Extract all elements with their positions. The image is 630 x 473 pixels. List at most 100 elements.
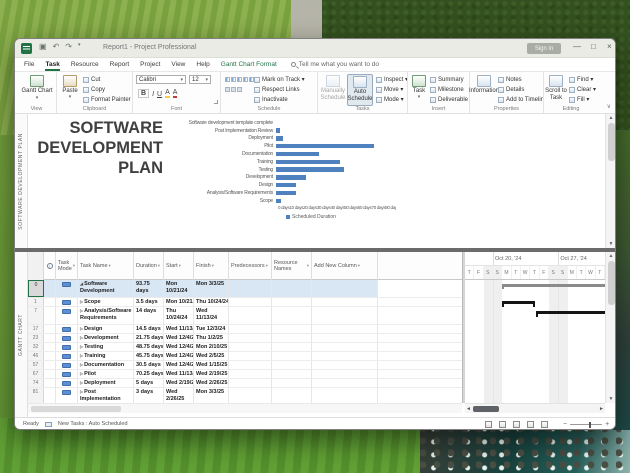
duration-cell[interactable]: 21.75 days bbox=[134, 334, 164, 342]
predecessors-cell[interactable] bbox=[229, 334, 272, 342]
gantt-scrollbar-thumb[interactable] bbox=[608, 261, 615, 305]
row-id-cell[interactable]: 1 bbox=[28, 298, 44, 306]
table-row-analysis-software-requirements[interactable]: 7▷Analysis/Software Requirements14 daysT… bbox=[28, 307, 462, 325]
add-new-column-cell[interactable] bbox=[312, 325, 378, 333]
gantt-chart-button[interactable]: Gantt Chart ▾ bbox=[21, 74, 53, 106]
duration-cell[interactable]: 3 days bbox=[134, 388, 164, 403]
predecessors-cell[interactable] bbox=[229, 343, 272, 351]
expand-triangle-icon[interactable]: ▷ bbox=[80, 389, 83, 394]
insert-task-button[interactable]: Task ▾ bbox=[410, 74, 428, 106]
duration-cell[interactable]: 14 days bbox=[134, 307, 164, 324]
tab-gantt-chart-format[interactable]: Gantt Chart Format bbox=[221, 58, 277, 71]
gantt-chart-view-icon[interactable] bbox=[485, 421, 492, 428]
resource-names-cell[interactable] bbox=[272, 307, 312, 324]
team-planner-view-icon[interactable] bbox=[513, 421, 520, 428]
duration-cell[interactable]: 93.75 days bbox=[134, 280, 164, 297]
add-new-column-cell[interactable] bbox=[312, 370, 378, 378]
font-size-select[interactable]: 12▾ bbox=[189, 75, 211, 84]
scroll-up-icon[interactable]: ▲ bbox=[606, 115, 616, 121]
gantt-bar-scope[interactable] bbox=[502, 301, 535, 304]
info-cell[interactable] bbox=[44, 388, 56, 403]
table-row-design[interactable]: 17▷Design14.5 daysWed 11/13/24Tue 12/3/2… bbox=[28, 325, 462, 334]
predecessors-cell[interactable] bbox=[229, 298, 272, 306]
info-cell[interactable] bbox=[44, 352, 56, 360]
resource-names-cell[interactable] bbox=[272, 325, 312, 333]
column-header-task-name[interactable]: Task Name▾ bbox=[78, 252, 134, 280]
button-fill[interactable]: Fill ▾ bbox=[569, 95, 597, 104]
row-id-cell[interactable]: 32 bbox=[28, 343, 44, 351]
resource-names-cell[interactable] bbox=[272, 298, 312, 306]
task-name-cell[interactable]: ▷Design bbox=[78, 325, 134, 333]
link-tasks-buttons[interactable] bbox=[225, 87, 242, 92]
add-new-column-cell[interactable] bbox=[312, 307, 378, 324]
button-copy[interactable]: Copy bbox=[83, 85, 132, 94]
predecessors-cell[interactable] bbox=[229, 352, 272, 360]
task-mode-cell[interactable] bbox=[56, 307, 78, 324]
task-mode-cell[interactable] bbox=[56, 370, 78, 378]
row-id-cell[interactable]: 17 bbox=[28, 325, 44, 333]
info-cell[interactable] bbox=[44, 334, 56, 342]
table-row-pilot[interactable]: 67▷Pilot70.25 daysWed 11/13/24Wed 2/19/2… bbox=[28, 370, 462, 379]
status-new-tasks[interactable]: New Tasks : Auto Scheduled bbox=[58, 421, 128, 427]
duration-cell[interactable]: 70.25 days bbox=[134, 370, 164, 378]
start-cell[interactable]: Wed 12/4/24 bbox=[164, 361, 194, 369]
row-id-cell[interactable]: 23 bbox=[28, 334, 44, 342]
duration-cell[interactable]: 30.5 days bbox=[134, 361, 164, 369]
scroll-to-task-button[interactable]: Scroll to Task bbox=[545, 74, 567, 106]
resource-names-cell[interactable] bbox=[272, 361, 312, 369]
highlight-color-button[interactable]: A bbox=[165, 89, 170, 98]
button-inactivate[interactable]: Inactivate bbox=[254, 95, 316, 104]
finish-cell[interactable]: Mon 2/10/25 bbox=[194, 343, 229, 351]
resource-names-cell[interactable] bbox=[272, 280, 312, 297]
finish-cell[interactable]: Wed 2/26/25 bbox=[194, 379, 229, 387]
button-add-to-timeline[interactable]: Add to Timeline bbox=[498, 95, 543, 104]
row-id-cell[interactable]: 0 bbox=[28, 280, 44, 297]
button-inspect[interactable]: Inspect ▾ bbox=[376, 75, 407, 84]
task-mode-cell[interactable] bbox=[56, 343, 78, 351]
table-row-documentation[interactable]: 57▷Documentation30.5 daysWed 12/4/24Wed … bbox=[28, 361, 462, 370]
predecessors-cell[interactable] bbox=[229, 388, 272, 403]
resource-names-cell[interactable] bbox=[272, 388, 312, 403]
column-header-resource-names[interactable]: Resource Names▾ bbox=[272, 252, 312, 280]
timeline-hscroll-thumb[interactable] bbox=[473, 406, 499, 412]
expand-triangle-icon[interactable]: ▷ bbox=[80, 362, 83, 367]
select-all-corner[interactable] bbox=[28, 252, 44, 280]
duration-cell[interactable]: 45.75 days bbox=[134, 352, 164, 360]
info-cell[interactable] bbox=[44, 343, 56, 351]
report-scrollbar-thumb[interactable] bbox=[608, 123, 615, 161]
duration-cell[interactable]: 5 days bbox=[134, 379, 164, 387]
button-cut[interactable]: Cut bbox=[83, 75, 132, 84]
table-row-deployment[interactable]: 74▷Deployment5 daysWed 2/19/25Wed 2/26/2… bbox=[28, 379, 462, 388]
report-title[interactable]: SOFTWARE DEVELOPMENT PLAN bbox=[31, 118, 163, 178]
expand-triangle-icon[interactable]: ▷ bbox=[80, 371, 83, 376]
resource-names-cell[interactable] bbox=[272, 379, 312, 387]
expand-triangle-icon[interactable]: ▷ bbox=[80, 380, 83, 385]
task-mode-cell[interactable] bbox=[56, 388, 78, 403]
row-id-cell[interactable]: 46 bbox=[28, 352, 44, 360]
start-cell[interactable]: Wed 2/26/25 bbox=[164, 388, 194, 403]
gantt-bar-analysis-software-requirements[interactable] bbox=[536, 311, 605, 314]
scroll-right-icon[interactable]: ► bbox=[599, 406, 604, 412]
resource-names-cell[interactable] bbox=[272, 352, 312, 360]
row-id-cell[interactable]: 7 bbox=[28, 307, 44, 324]
task-mode-cell[interactable] bbox=[56, 352, 78, 360]
scroll-up-icon[interactable]: ▲ bbox=[606, 253, 616, 259]
font-color-button[interactable]: A bbox=[173, 89, 178, 98]
italic-button[interactable]: I bbox=[152, 91, 154, 98]
save-icon[interactable]: ▣ bbox=[39, 42, 47, 51]
row-id-cell[interactable]: 74 bbox=[28, 379, 44, 387]
expand-triangle-icon[interactable]: ▷ bbox=[80, 353, 83, 358]
tab-help[interactable]: Help bbox=[196, 58, 209, 71]
finish-cell[interactable]: Wed 2/19/25 bbox=[194, 370, 229, 378]
sign-in-button[interactable]: Sign in bbox=[527, 43, 561, 54]
zoom-slider-thumb[interactable] bbox=[589, 422, 591, 428]
column-header-duration[interactable]: Duration▾ bbox=[134, 252, 164, 280]
button-mark-on-track[interactable]: Mark on Track ▾ bbox=[254, 75, 316, 84]
start-cell[interactable]: Thu 10/24/24 bbox=[164, 307, 194, 324]
predecessors-cell[interactable] bbox=[229, 379, 272, 387]
bold-button[interactable]: B bbox=[138, 89, 149, 98]
button-find[interactable]: Find ▾ bbox=[569, 75, 597, 84]
add-new-column-cell[interactable] bbox=[312, 298, 378, 306]
expand-triangle-icon[interactable]: ▷ bbox=[80, 299, 83, 304]
task-name-cell[interactable]: ▷Post Implementation Review bbox=[78, 388, 134, 403]
